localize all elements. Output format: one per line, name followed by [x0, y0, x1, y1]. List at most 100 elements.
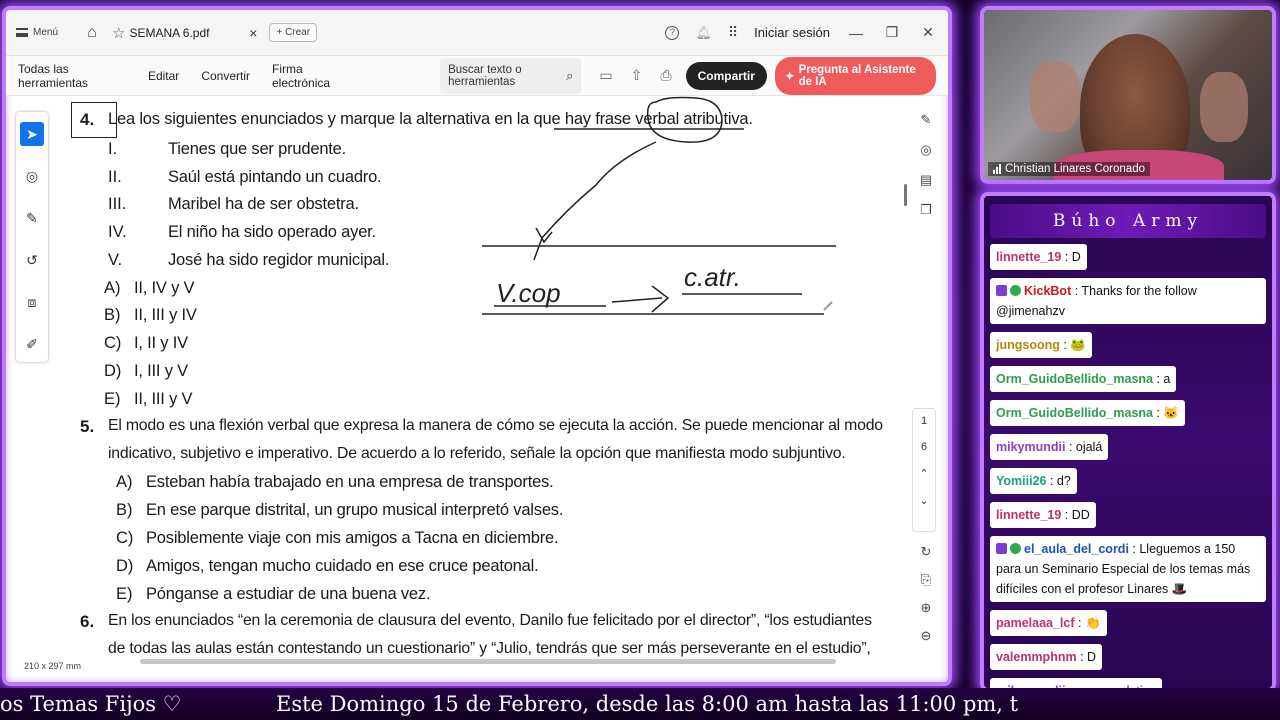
- q4-item-roman: V.: [108, 251, 123, 269]
- close-tab-icon[interactable]: ×: [249, 25, 257, 41]
- chat-message: pamelaaa_lcf : 👏: [990, 610, 1107, 636]
- toolbar-all-tools[interactable]: Todas las herramientas: [18, 62, 126, 90]
- zoom-in-icon[interactable]: ⊕: [921, 600, 932, 616]
- chat-username[interactable]: KickBot: [1024, 284, 1071, 298]
- q4-option-letter: A): [104, 279, 121, 297]
- chat-text: : 🐱: [1152, 406, 1179, 420]
- edit-panel-icon[interactable]: ✎: [921, 112, 932, 128]
- upload-icon[interactable]: ⇧: [631, 67, 643, 84]
- vertical-scrollbar[interactable]: [902, 110, 908, 650]
- save-page-icon[interactable]: ⎘: [921, 572, 931, 588]
- refresh-icon[interactable]: ↻: [921, 544, 932, 560]
- chat-text: : ojalá: [1065, 440, 1103, 454]
- pen-icon[interactable]: ✎: [20, 206, 44, 230]
- q4-item-roman: III.: [108, 195, 127, 213]
- comments-panel-icon[interactable]: ◎: [920, 142, 931, 158]
- menu-button[interactable]: Menú: [16, 27, 76, 38]
- chat-username[interactable]: mikymundii: [996, 440, 1065, 454]
- pdf-viewer-window: Menú ⌂ ☆ SEMANA 6.pdf × + Crear ? 🔔︎ ⠿ I…: [2, 6, 952, 686]
- chat-username[interactable]: el_aula_del_cordi: [1024, 542, 1129, 556]
- comment-icon[interactable]: ◎: [20, 164, 44, 188]
- share-button[interactable]: Compartir: [685, 61, 767, 90]
- search-placeholder: Buscar texto o herramientas: [448, 63, 522, 88]
- bell-icon[interactable]: 🔔︎: [695, 25, 712, 41]
- q4-option-letter: D): [104, 362, 122, 380]
- document-tab[interactable]: SEMANA 6.pdf ×: [129, 25, 257, 41]
- chat-message: Orm_GuidoBellido_masna : a: [990, 366, 1177, 392]
- select-cursor-icon[interactable]: ➤: [20, 122, 44, 146]
- menu-label: Menú: [33, 27, 59, 38]
- q5-line1: El modo es una flexión verbal que expres…: [108, 417, 883, 434]
- page-navigator: 1 6 ⌃ ⌄: [912, 408, 936, 532]
- chat-username[interactable]: Yomiii26: [996, 474, 1046, 488]
- lasso-icon[interactable]: ↺: [20, 248, 44, 272]
- chat-username[interactable]: linnette_19: [996, 508, 1061, 522]
- q5-option-letter: D): [116, 557, 134, 575]
- toolbar-edit[interactable]: Editar: [148, 69, 179, 83]
- chat-text: : 🐸: [1059, 338, 1086, 352]
- title-bar: Menú ⌂ ☆ SEMANA 6.pdf × + Crear ? 🔔︎ ⠿ I…: [6, 10, 948, 56]
- pages-icon[interactable]: ❐: [920, 202, 932, 218]
- q4-option-letter: B): [104, 306, 121, 324]
- help-icon[interactable]: ?: [665, 25, 680, 40]
- q5-option-text: Esteban había trabajado en una empresa d…: [146, 473, 554, 491]
- create-button[interactable]: + Crear: [269, 23, 318, 42]
- q4-item-roman: I.: [108, 140, 118, 158]
- ai-assistant-button[interactable]: ✦ Pregunta al Asistente de IA: [774, 56, 936, 95]
- apps-grid-icon[interactable]: ⠿: [728, 24, 738, 41]
- window-close-icon[interactable]: ✕: [918, 24, 938, 41]
- total-pages: 6: [920, 441, 928, 453]
- q4-item-text: Tienes que ser prudente.: [168, 140, 347, 158]
- chat-text: : DD: [1061, 508, 1090, 522]
- user-badge-icon: [996, 543, 1007, 554]
- q5-number: 5.: [80, 417, 95, 436]
- verified-badge-icon: [1010, 543, 1021, 554]
- ai-sparkle-icon: ✦: [784, 70, 795, 83]
- current-page[interactable]: 1: [921, 415, 927, 427]
- q4-item-text: Maribel ha de ser obstetra.: [168, 195, 359, 213]
- signin-button[interactable]: Iniciar sesión: [754, 25, 830, 40]
- webcam-feed: Christian Linares Coronado: [980, 6, 1276, 184]
- chat-username[interactable]: Orm_GuidoBellido_masna: [996, 372, 1153, 386]
- chat-message: linnette_19 : DD: [990, 502, 1096, 528]
- minimize-icon[interactable]: —: [846, 25, 866, 41]
- ticker-right-text: Este Domingo 15 de Febrero, desde las 8:…: [276, 692, 1019, 716]
- chat-username[interactable]: valemmphnm: [996, 650, 1077, 664]
- q4-text: Lea los siguientes enunciados y marque l…: [108, 110, 753, 128]
- search-input[interactable]: Buscar texto o herramientas ⌕: [440, 57, 582, 94]
- bookmarks-icon[interactable]: ▤: [920, 172, 932, 188]
- horizontal-scrollbar[interactable]: [140, 659, 836, 664]
- chat-username[interactable]: jungsoong: [996, 338, 1060, 352]
- chat-username[interactable]: pamelaaa_lcf: [996, 616, 1075, 630]
- page-down-icon[interactable]: ⌄: [919, 494, 928, 507]
- q6-line1: En los enunciados “en la ceremonia de cl…: [108, 612, 872, 629]
- stamp-icon[interactable]: ✐: [20, 332, 44, 356]
- chat-text: : D: [1061, 250, 1081, 264]
- home-icon[interactable]: ⌂: [82, 24, 102, 42]
- zoom-out-icon[interactable]: ⊖: [921, 628, 932, 644]
- star-icon[interactable]: ☆: [112, 24, 125, 42]
- q4-item-roman: IV.: [108, 223, 127, 241]
- chat-title: Búho Army: [990, 204, 1266, 238]
- zoom-rail: ↻ ⎘ ⊕ ⊖: [914, 544, 938, 644]
- q6-line2: de todas las aulas están contestando un …: [108, 640, 871, 657]
- page-size-label: 210 x 297 mm: [24, 661, 82, 671]
- participant-name: Christian Linares Coronado: [1005, 163, 1145, 175]
- chat-messages: linnette_19 : D KickBot : Thanks for the …: [984, 244, 1272, 688]
- presenter-hand: [1030, 62, 1080, 132]
- signal-bars-icon: [993, 164, 1001, 174]
- chat-text: : 👏: [1074, 616, 1101, 630]
- presenter-hand: [1200, 72, 1248, 142]
- chat-message: el_aula_del_cordi : Lleguemos a 150 para…: [990, 536, 1266, 602]
- page-up-icon[interactable]: ⌃: [919, 467, 928, 480]
- toolbar-convert[interactable]: Convertir: [201, 69, 250, 83]
- restore-icon[interactable]: ❐: [882, 24, 902, 41]
- chat-username[interactable]: linnette_19: [996, 250, 1061, 264]
- text-select-icon[interactable]: ⧈: [20, 290, 44, 314]
- search-icon: ⌕: [566, 67, 574, 83]
- print-icon[interactable]: ⎙: [660, 67, 671, 84]
- save-icon[interactable]: ▭: [599, 67, 612, 84]
- chat-username[interactable]: Orm_GuidoBellido_masna: [996, 406, 1153, 420]
- toolbar-esign[interactable]: Firma electrónica: [272, 62, 352, 90]
- right-panel-rail: ✎ ◎ ▤ ❐: [914, 112, 938, 218]
